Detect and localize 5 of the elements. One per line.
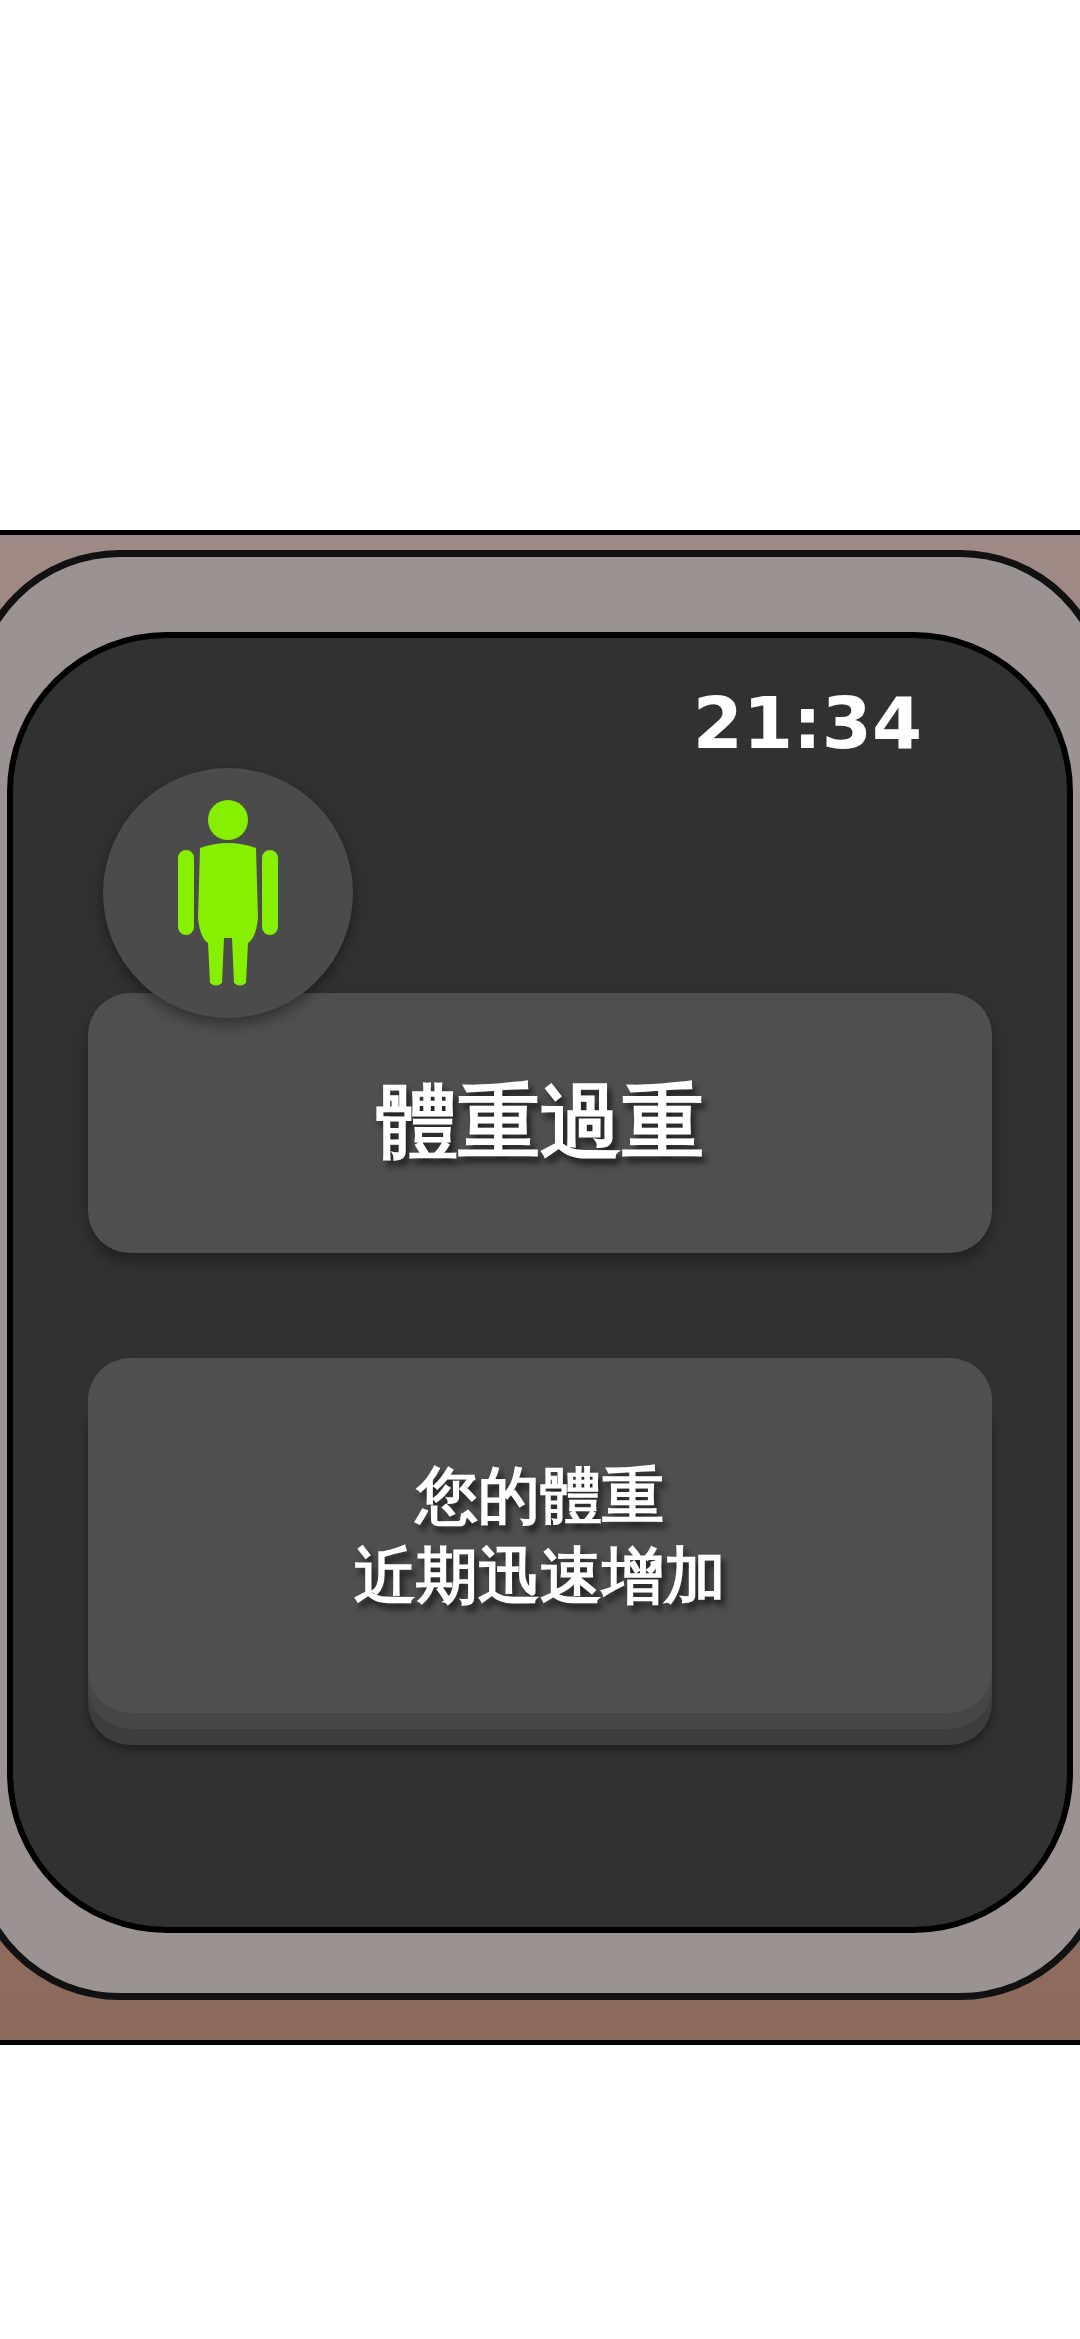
person-icon xyxy=(178,798,278,988)
message-line: 您的體重 xyxy=(416,1457,664,1534)
message-line: 近期迅速增加 xyxy=(354,1537,726,1614)
clock-time: 21:34 xyxy=(692,680,922,767)
status-title: 體重過重 xyxy=(376,1073,704,1171)
